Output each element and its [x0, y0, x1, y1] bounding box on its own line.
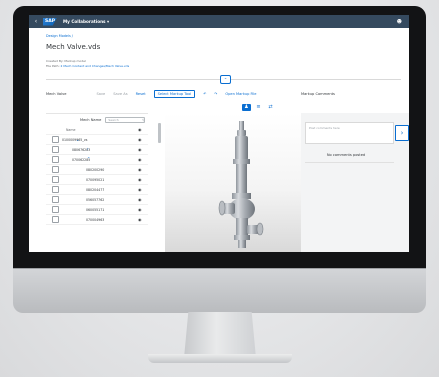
eye-icon[interactable]: ◉ — [138, 217, 142, 222]
row-checkbox[interactable] — [52, 156, 59, 163]
chevron-right-icon[interactable]: › — [87, 146, 89, 151]
sync-icon[interactable]: ⇄ — [266, 104, 275, 111]
search-icon: ⚲ — [142, 117, 145, 122]
row-checkbox[interactable] — [52, 166, 59, 173]
tree-scrollbar[interactable] — [158, 123, 161, 143]
tree-row[interactable]: 080676283 ◉ — [46, 145, 148, 155]
chevron-down-icon[interactable]: ⌄ — [76, 137, 79, 142]
comments-divider — [305, 162, 394, 163]
monitor-base — [148, 354, 292, 363]
row-checkbox[interactable] — [52, 206, 59, 213]
shell-bar: ‹ SAP My Collaborations ▾ ☻ — [29, 15, 409, 28]
redo-icon[interactable]: ↷ — [214, 92, 217, 96]
back-arrow-icon[interactable]: ‹ — [29, 18, 43, 25]
row-checkbox[interactable] — [52, 176, 59, 183]
model-tree: Mech Name Search ⚲ Name ◉ 0100009965_vs ◉… — [46, 113, 148, 252]
viewer-icons: ♟ ≡ ⇄ — [242, 104, 278, 111]
tree-row[interactable]: 080200290 ◉ — [46, 165, 148, 175]
breadcrumb[interactable]: Design Models / — [46, 34, 73, 38]
tree-toolbar: Mech Name Search ⚲ — [46, 114, 148, 125]
tree-row[interactable]: 0100009965_vs ◉ — [46, 135, 148, 145]
tree-row[interactable]: 080204477 ◉ — [46, 185, 148, 195]
valve-model — [218, 121, 264, 248]
chevron-down-icon[interactable]: ⌄ — [87, 154, 90, 159]
select-markup-tool-button[interactable]: Select Markup Tool — [153, 90, 196, 98]
sap-logo: SAP — [43, 17, 57, 26]
save-as-button[interactable]: Save As — [113, 92, 127, 96]
reset-button[interactable]: Reset — [136, 92, 146, 96]
tree-row[interactable]: 070095021 ◉ — [46, 175, 148, 185]
markup-panel: Post comments here › No comments posted — [301, 113, 409, 252]
no-comments-text: No comments posted — [326, 153, 366, 157]
eye-icon[interactable]: ◉ — [138, 177, 142, 182]
post-comment-button[interactable]: › — [395, 125, 409, 141]
open-markup-file-button[interactable]: Open Markup File — [225, 92, 256, 96]
view-label: Mech Valve — [46, 92, 67, 96]
file-meta: Created By: Markup model File Path: 2 Me… — [46, 59, 129, 69]
monitor-chin — [13, 268, 426, 313]
user-icon[interactable]: ☻ — [397, 19, 402, 25]
eye-icon[interactable]: ◉ — [138, 137, 142, 142]
save-button[interactable]: Save — [96, 92, 105, 96]
comment-input[interactable]: Post comments here — [305, 122, 394, 144]
app-title[interactable]: My Collaborations ▾ — [63, 19, 109, 24]
eye-icon: ◉ — [138, 127, 142, 132]
file-path-label: File Path: — [46, 64, 60, 68]
tree-search-input[interactable]: Search ⚲ — [105, 116, 146, 123]
row-checkbox[interactable] — [52, 136, 59, 143]
collapse-header-button[interactable]: ⌃ — [220, 75, 231, 84]
eye-icon[interactable]: ◉ — [138, 197, 142, 202]
tree-row[interactable]: 070004963 ◉ — [46, 215, 148, 225]
screen: ‹ SAP My Collaborations ▾ ☻ Design Model… — [29, 15, 409, 252]
row-checkbox[interactable] — [52, 196, 59, 203]
eye-icon[interactable]: ◉ — [138, 157, 142, 162]
eye-icon[interactable]: ◉ — [138, 147, 142, 152]
person-view-icon[interactable]: ♟ — [242, 104, 251, 111]
tree-header-row: Name ◉ — [46, 125, 148, 135]
tree-row[interactable]: 060055171 ◉ — [46, 205, 148, 215]
tree-row[interactable]: 070062285 ◉ — [46, 155, 148, 165]
file-path-link[interactable]: 2 Mech Content and Changes/Mech Valve.vd… — [61, 64, 130, 68]
monitor-stand — [184, 312, 256, 358]
tree-column-label: Mech Name — [80, 117, 102, 122]
eye-icon[interactable]: ◉ — [138, 207, 142, 212]
row-checkbox[interactable] — [52, 216, 59, 223]
viewer-toolbar: Mech Valve Save Save As Reset Select Mar… — [46, 89, 301, 99]
3d-viewer[interactable] — [165, 113, 301, 252]
page-title: Mech Valve.vds — [46, 43, 101, 51]
undo-icon[interactable]: ↶ — [203, 92, 206, 96]
tree-row[interactable]: 056057762 ◉ — [46, 195, 148, 205]
eye-icon[interactable]: ◉ — [138, 187, 142, 192]
eye-icon[interactable]: ◉ — [138, 167, 142, 172]
list-view-icon[interactable]: ≡ — [254, 104, 263, 111]
row-checkbox[interactable] — [52, 146, 59, 153]
markup-comments-title: Markup Comments — [301, 92, 335, 96]
row-checkbox[interactable] — [52, 186, 59, 193]
